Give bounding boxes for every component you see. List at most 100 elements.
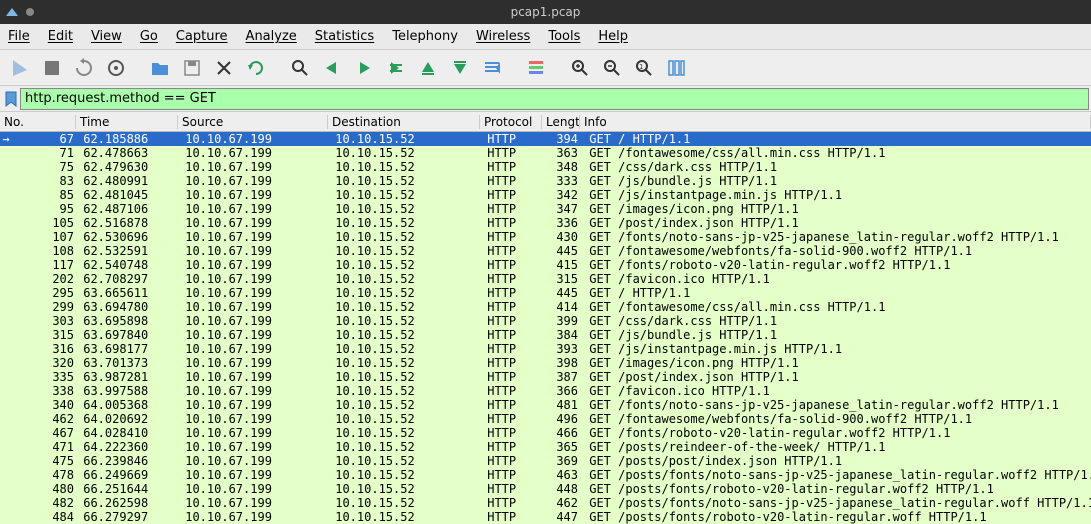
packet-row[interactable]: 315 63.697840 10.10.67.199 10.10.15.52 H… [0, 328, 1091, 342]
cell-protocol: HTTP [480, 398, 542, 412]
goto-first-button[interactable] [414, 54, 442, 82]
packet-row[interactable]: 475 66.239846 10.10.67.199 10.10.15.52 H… [0, 454, 1091, 468]
packet-row[interactable]: 480 66.251644 10.10.67.199 10.10.15.52 H… [0, 482, 1091, 496]
menu-view[interactable]: View [91, 29, 122, 44]
packet-row[interactable]: 478 66.249669 10.10.67.199 10.10.15.52 H… [0, 468, 1091, 482]
stop-capture-button[interactable] [38, 54, 66, 82]
packet-row[interactable]: 107 62.530696 10.10.67.199 10.10.15.52 H… [0, 230, 1091, 244]
packet-row[interactable]: 338 63.997588 10.10.67.199 10.10.15.52 H… [0, 384, 1091, 398]
cell-protocol: HTTP [480, 146, 542, 160]
cell-time: 62.540748 [76, 258, 178, 272]
menu-go[interactable]: Go [140, 29, 158, 44]
packet-row[interactable]: 303 63.695898 10.10.67.199 10.10.15.52 H… [0, 314, 1091, 328]
cell-info: GET /favicon.ico HTTP/1.1 [580, 384, 1091, 398]
cell-destination: 10.10.15.52 [328, 272, 480, 286]
packet-row[interactable]: 85 62.481045 10.10.67.199 10.10.15.52 HT… [0, 188, 1091, 202]
packet-row[interactable]: 335 63.987281 10.10.67.199 10.10.15.52 H… [0, 370, 1091, 384]
cell-length: 445 [542, 244, 580, 258]
zoom-in-button[interactable] [566, 54, 594, 82]
menu-edit[interactable]: Edit [48, 29, 73, 44]
cell-length: 333 [542, 174, 580, 188]
packet-row[interactable]: 340 64.005368 10.10.67.199 10.10.15.52 H… [0, 398, 1091, 412]
reload-file-button[interactable] [242, 54, 270, 82]
cell-time: 62.487106 [76, 202, 178, 216]
packet-row[interactable]: 202 62.708297 10.10.67.199 10.10.15.52 H… [0, 272, 1091, 286]
cell-destination: 10.10.15.52 [328, 454, 480, 468]
packet-row[interactable]: →67 62.185886 10.10.67.199 10.10.15.52 H… [0, 132, 1091, 146]
packet-row[interactable]: 108 62.532591 10.10.67.199 10.10.15.52 H… [0, 244, 1091, 258]
packet-row[interactable]: 482 66.262598 10.10.67.199 10.10.15.52 H… [0, 496, 1091, 510]
packet-row[interactable]: 95 62.487106 10.10.67.199 10.10.15.52 HT… [0, 202, 1091, 216]
start-capture-button[interactable] [6, 54, 34, 82]
save-file-button[interactable] [178, 54, 206, 82]
cell-time: 63.695898 [76, 314, 178, 328]
menu-capture[interactable]: Capture [176, 29, 228, 44]
col-header-protocol[interactable]: Protocol [480, 115, 542, 129]
cell-no: 117 [12, 258, 76, 272]
packet-row[interactable]: 105 62.516878 10.10.67.199 10.10.15.52 H… [0, 216, 1091, 230]
menu-statistics[interactable]: Statistics [315, 29, 374, 44]
packet-row[interactable]: 462 64.020692 10.10.67.199 10.10.15.52 H… [0, 412, 1091, 426]
cell-no: 315 [12, 328, 76, 342]
find-packet-button[interactable] [286, 54, 314, 82]
packet-row[interactable]: 320 63.701373 10.10.67.199 10.10.15.52 H… [0, 356, 1091, 370]
packet-row[interactable]: 471 64.222360 10.10.67.199 10.10.15.52 H… [0, 440, 1091, 454]
col-header-info[interactable]: Info [580, 115, 1091, 129]
col-header-destination[interactable]: Destination [328, 115, 480, 129]
toolbar: 1 [0, 50, 1091, 86]
menu-telephony[interactable]: Telephony [392, 29, 458, 44]
cell-info: GET /images/icon.png HTTP/1.1 [580, 356, 1091, 370]
auto-scroll-button[interactable] [478, 54, 506, 82]
cell-time: 63.997588 [76, 384, 178, 398]
resize-columns-button[interactable] [662, 54, 690, 82]
cell-time: 62.480991 [76, 174, 178, 188]
cell-source: 10.10.67.199 [178, 398, 328, 412]
cell-length: 430 [542, 230, 580, 244]
colorize-button[interactable] [522, 54, 550, 82]
col-header-length[interactable]: Length [542, 115, 580, 129]
cell-protocol: HTTP [480, 132, 542, 146]
packet-row[interactable]: 75 62.479630 10.10.67.199 10.10.15.52 HT… [0, 160, 1091, 174]
col-header-no[interactable]: No. [0, 115, 76, 129]
cell-source: 10.10.67.199 [178, 286, 328, 300]
menu-wireless[interactable]: Wireless [476, 29, 530, 44]
col-header-source[interactable]: Source [178, 115, 328, 129]
go-forward-button[interactable] [350, 54, 378, 82]
display-filter-input[interactable] [20, 88, 1089, 110]
menu-file[interactable]: File [8, 29, 30, 44]
packet-row[interactable]: 316 63.698177 10.10.67.199 10.10.15.52 H… [0, 342, 1091, 356]
cell-protocol: HTTP [480, 510, 542, 524]
go-back-button[interactable] [318, 54, 346, 82]
zoom-out-button[interactable] [598, 54, 626, 82]
cell-time: 64.028410 [76, 426, 178, 440]
close-file-button[interactable] [210, 54, 238, 82]
packet-list-pane[interactable]: No. Time Source Destination Protocol Len… [0, 112, 1091, 524]
col-header-time[interactable]: Time [76, 115, 178, 129]
cell-time: 66.239846 [76, 454, 178, 468]
zoom-reset-button[interactable]: 1 [630, 54, 658, 82]
menu-analyze[interactable]: Analyze [246, 29, 297, 44]
menu-help[interactable]: Help [598, 29, 628, 44]
packet-row[interactable]: 484 66.279297 10.10.67.199 10.10.15.52 H… [0, 510, 1091, 524]
menu-tools[interactable]: Tools [548, 29, 580, 44]
cell-source: 10.10.67.199 [178, 216, 328, 230]
open-file-button[interactable] [146, 54, 174, 82]
cell-protocol: HTTP [480, 482, 542, 496]
cell-protocol: HTTP [480, 202, 542, 216]
filter-bookmark-icon[interactable] [2, 88, 20, 110]
packet-row[interactable]: 117 62.540748 10.10.67.199 10.10.15.52 H… [0, 258, 1091, 272]
packet-row[interactable]: 295 63.665611 10.10.67.199 10.10.15.52 H… [0, 286, 1091, 300]
restart-capture-button[interactable] [70, 54, 98, 82]
goto-last-button[interactable] [446, 54, 474, 82]
cell-source: 10.10.67.199 [178, 244, 328, 258]
capture-options-button[interactable] [102, 54, 130, 82]
packet-row[interactable]: 467 64.028410 10.10.67.199 10.10.15.52 H… [0, 426, 1091, 440]
packet-row[interactable]: 299 63.694780 10.10.67.199 10.10.15.52 H… [0, 300, 1091, 314]
window-title: pcap1.pcap [511, 5, 581, 19]
packet-list-header[interactable]: No. Time Source Destination Protocol Len… [0, 112, 1091, 132]
cell-source: 10.10.67.199 [178, 412, 328, 426]
packet-row[interactable]: 83 62.480991 10.10.67.199 10.10.15.52 HT… [0, 174, 1091, 188]
packet-row[interactable]: 71 62.478663 10.10.67.199 10.10.15.52 HT… [0, 146, 1091, 160]
window-control-icon[interactable] [26, 8, 34, 16]
goto-packet-button[interactable] [382, 54, 410, 82]
